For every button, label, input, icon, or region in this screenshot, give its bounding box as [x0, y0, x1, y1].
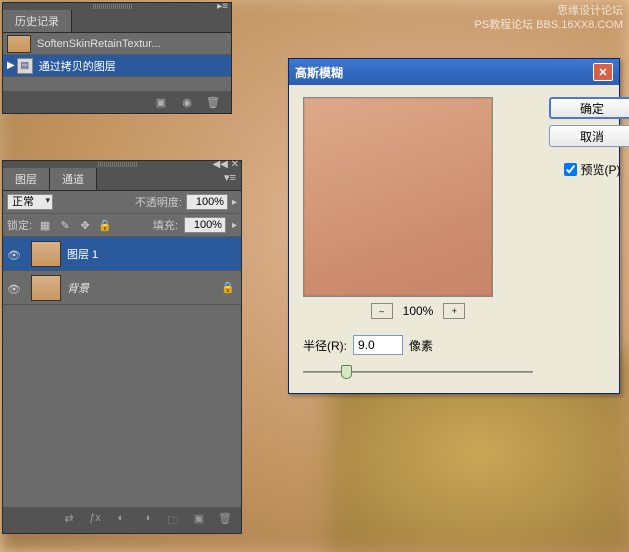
history-label: SoftenSkinRetainTextur... — [37, 38, 161, 50]
dialog-title: 高斯模糊 — [295, 64, 343, 81]
opacity-label: 不透明度: — [135, 194, 182, 210]
panel-tabs: 历史记录 — [3, 10, 231, 33]
watermark: 思缘设计论坛 PS教程论坛 BBS.16XX8.COM — [474, 4, 623, 33]
layers-footer: ⇄ ƒx ◐ ◑ 🗀 ▣ 🗑 — [3, 507, 241, 533]
history-spacer — [3, 77, 231, 91]
radius-label: 半径(R): — [303, 337, 347, 354]
panel-menu-icon[interactable]: ▸≡ — [217, 1, 228, 12]
slider-thumb[interactable] — [341, 365, 352, 379]
zoom-out-button[interactable]: – — [371, 303, 393, 319]
cancel-button[interactable]: 取消 — [549, 125, 629, 147]
history-panel: ▸≡ 历史记录 SoftenSkinRetainTextur... ▶ ▤ 通过… — [2, 2, 232, 114]
close-button[interactable]: ✕ — [593, 63, 613, 81]
lock-icon: 🔒 — [221, 281, 235, 294]
history-footer: ▣ ◉ 🗑 — [3, 91, 231, 113]
panel-menu-icon[interactable]: ▾≡ — [219, 168, 241, 190]
lock-paint-icon[interactable]: ✎ — [58, 218, 72, 232]
tab-channels[interactable]: 通道 — [50, 168, 97, 190]
caret-icon: ▶ — [7, 60, 15, 71]
new-layer-icon[interactable]: ▣ — [191, 512, 207, 528]
adjustment-icon[interactable]: ◑ — [139, 512, 155, 528]
preview-column: – 100% + 半径(R): 像素 — [303, 97, 533, 381]
tab-layers[interactable]: 图层 — [3, 168, 50, 190]
tab-history[interactable]: 历史记录 — [3, 10, 72, 32]
zoom-controls: – 100% + — [303, 303, 533, 319]
grip-icon — [93, 4, 133, 9]
fill-value[interactable]: 100% — [184, 217, 226, 233]
lock-row: 锁定: ▦ ✎ ✥ 🔒 填充: 100% ▸ — [3, 213, 241, 237]
fx-icon[interactable]: ƒx — [87, 512, 103, 528]
dialog-titlebar[interactable]: 高斯模糊 ✕ — [289, 59, 619, 85]
layer-row[interactable]: 👁 背景 🔒 — [3, 271, 241, 305]
layer-thumb[interactable] — [31, 275, 61, 301]
zoom-in-button[interactable]: + — [443, 303, 465, 319]
layer-thumb[interactable] — [31, 241, 61, 267]
layer-row[interactable]: 👁 图层 1 — [3, 237, 241, 271]
fill-label: 填充: — [153, 217, 178, 233]
history-list: SoftenSkinRetainTextur... ▶ ▤ 通过拷贝的图层 — [3, 33, 231, 91]
blend-mode-row: 正常 不透明度: 100% ▸ — [3, 191, 241, 213]
slider-track — [303, 371, 533, 373]
history-item[interactable]: SoftenSkinRetainTextur... — [3, 33, 231, 55]
layers-list: 👁 图层 1 👁 背景 🔒 — [3, 237, 241, 507]
layer-name[interactable]: 背景 — [67, 280, 89, 296]
gaussian-blur-dialog: 高斯模糊 ✕ – 100% + 半径(R): 像素 确定 取消 — [288, 58, 620, 394]
opacity-flyout-icon[interactable]: ▸ — [232, 197, 237, 208]
zoom-value: 100% — [403, 304, 434, 318]
preview-checkbox[interactable] — [564, 163, 577, 176]
preview-label: 预览(P) — [581, 161, 621, 178]
visibility-icon[interactable]: 👁 — [7, 283, 21, 293]
trash-icon[interactable]: 🗑 — [205, 95, 221, 109]
blend-mode-select[interactable]: 正常 — [7, 194, 53, 210]
panel-titlebar[interactable]: ▸≡ — [3, 3, 231, 10]
lock-label: 锁定: — [7, 217, 32, 233]
blend-mode[interactable]: 正常 — [7, 194, 53, 210]
history-thumb — [7, 35, 31, 53]
radius-slider[interactable] — [303, 363, 533, 381]
opacity-value[interactable]: 100% — [186, 194, 228, 210]
lock-position-icon[interactable]: ✥ — [78, 218, 92, 232]
mask-icon[interactable]: ◐ — [113, 512, 129, 528]
trash-icon[interactable]: 🗑 — [217, 512, 233, 528]
dialog-body: – 100% + 半径(R): 像素 确定 取消 预览(P) — [289, 85, 619, 393]
layers-panel: ◀◀ ✕ 图层 通道 ▾≡ 正常 不透明度: 100% ▸ 锁定: ▦ ✎ ✥ … — [2, 160, 242, 534]
lock-transparency-icon[interactable]: ▦ — [38, 218, 52, 232]
button-column: 确定 取消 预览(P) — [547, 97, 629, 381]
layer-via-copy-icon: ▤ — [17, 58, 33, 74]
group-icon[interactable]: 🗀 — [165, 512, 181, 528]
lock-all-icon[interactable]: 🔒 — [98, 218, 112, 232]
layer-name[interactable]: 图层 1 — [67, 246, 98, 262]
preview-checkbox-row[interactable]: 预览(P) — [564, 161, 621, 178]
history-label: 通过拷贝的图层 — [39, 58, 116, 74]
link-icon[interactable]: ⇄ — [61, 512, 77, 528]
snapshot-icon[interactable]: ◉ — [179, 95, 195, 109]
grip-icon — [98, 162, 138, 167]
new-doc-icon[interactable]: ▣ — [153, 95, 169, 109]
radius-unit: 像素 — [409, 337, 433, 354]
radius-row: 半径(R): 像素 — [303, 335, 533, 355]
panel-tabs: 图层 通道 ▾≡ — [3, 168, 241, 191]
panel-titlebar[interactable]: ◀◀ ✕ — [3, 161, 241, 168]
history-item[interactable]: ▶ ▤ 通过拷贝的图层 — [3, 55, 231, 77]
visibility-icon[interactable]: 👁 — [7, 249, 21, 259]
ok-button[interactable]: 确定 — [549, 97, 629, 119]
fill-flyout-icon[interactable]: ▸ — [232, 220, 237, 231]
preview-image[interactable] — [303, 97, 493, 297]
radius-input[interactable] — [353, 335, 403, 355]
